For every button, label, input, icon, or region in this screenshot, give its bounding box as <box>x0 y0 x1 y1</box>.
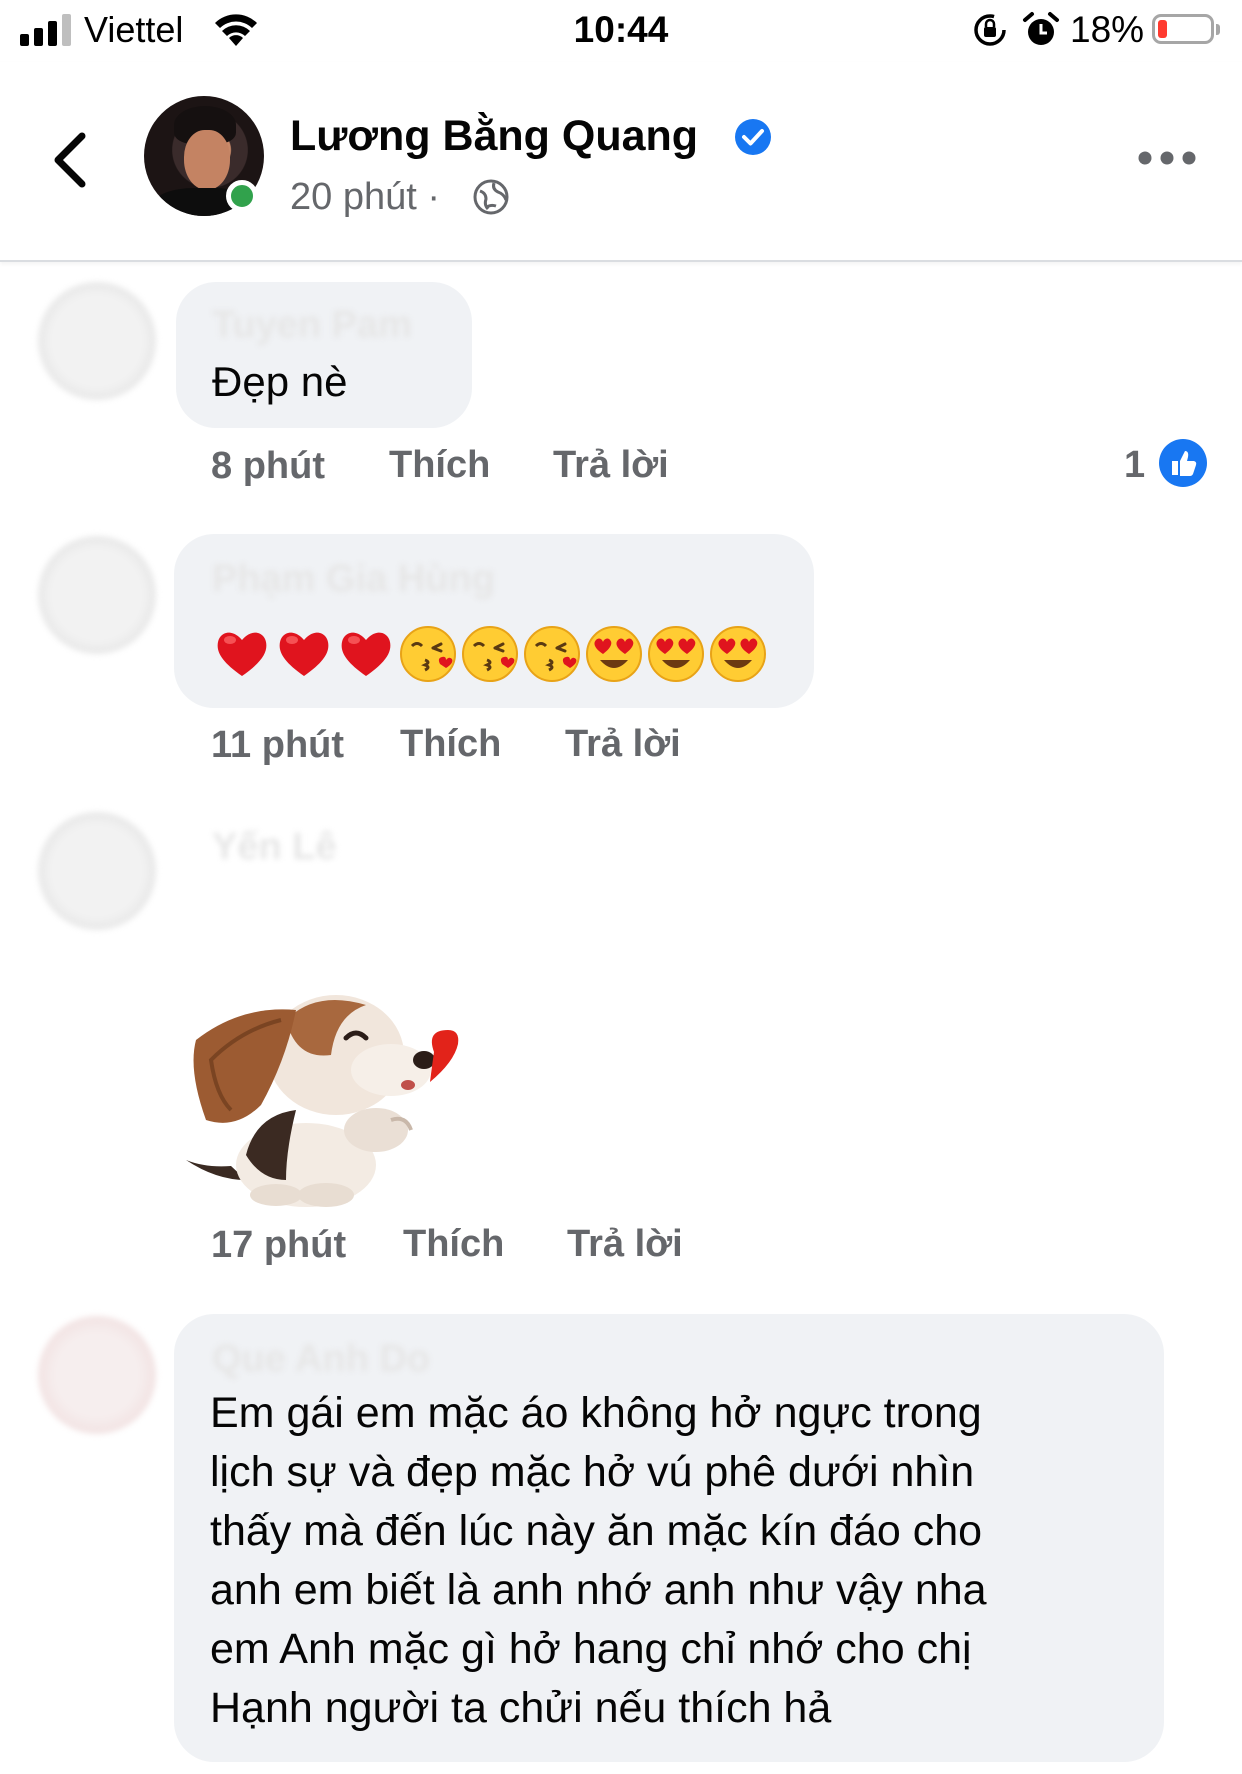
status-bar: Viettel 10:44 18% <box>0 0 1242 62</box>
battery-icon <box>1152 14 1220 44</box>
comment-text: Đẹp nè <box>212 358 348 405</box>
commenter-name[interactable]: Phạm Gia Hùng <box>212 558 495 601</box>
comment-text: Em gái em mặc áo không hở ngực trong lịc… <box>210 1389 987 1732</box>
battery-percent: 18% <box>1070 9 1145 50</box>
orientation-lock-icon <box>974 14 1006 46</box>
reply-button[interactable]: Trả lời <box>565 723 681 766</box>
heart-emoji-icon <box>279 632 329 676</box>
online-status-dot <box>226 180 258 212</box>
commenter-avatar[interactable] <box>38 1316 156 1434</box>
heart-eyes-emoji-icon <box>710 626 766 682</box>
post-time: 20 phút · <box>290 176 440 218</box>
kiss-emoji-icon <box>462 626 518 682</box>
commenter-name[interactable]: Que Anh Do <box>212 1338 430 1381</box>
commenter-name[interactable]: Yến Lê <box>212 826 337 869</box>
more-icon[interactable] <box>1134 138 1200 178</box>
battery-level <box>1158 20 1167 38</box>
heart-eyes-emoji-icon <box>586 626 642 682</box>
heart-emoji-icon <box>217 632 267 676</box>
back-icon[interactable] <box>40 124 100 196</box>
heart-eyes-emoji-icon <box>648 626 704 682</box>
commenter-avatar[interactable] <box>38 536 156 654</box>
alarm-icon <box>1023 12 1059 45</box>
like-button[interactable]: Thích <box>389 444 490 487</box>
commenter-avatar[interactable] <box>38 282 156 400</box>
reply-button[interactable]: Trả lời <box>553 444 669 487</box>
like-reaction-icon[interactable] <box>1158 438 1208 488</box>
kiss-emoji-icon <box>524 626 580 682</box>
post-header: Lương Bằng Quang 20 phút · <box>0 62 1242 262</box>
comment-time: 8 phút <box>211 445 325 487</box>
dog-blowing-heart-sticker[interactable] <box>176 980 496 1210</box>
globe-icon <box>473 179 509 215</box>
reaction-count[interactable]: 1 <box>1124 444 1145 487</box>
reply-button[interactable]: Trả lời <box>567 1223 683 1266</box>
like-button[interactable]: Thích <box>400 723 501 766</box>
commenter-name[interactable]: Tuyen Pam <box>212 304 412 347</box>
commenter-avatar[interactable] <box>38 812 156 930</box>
author-name[interactable]: Lương Bằng Quang <box>290 112 698 161</box>
comment-time: 17 phút <box>211 1224 347 1266</box>
like-button[interactable]: Thích <box>403 1223 504 1266</box>
heart-emoji-icon <box>341 632 391 676</box>
verified-icon <box>735 119 771 155</box>
kiss-emoji-icon <box>400 626 456 682</box>
comment-time: 11 phút <box>211 724 345 766</box>
